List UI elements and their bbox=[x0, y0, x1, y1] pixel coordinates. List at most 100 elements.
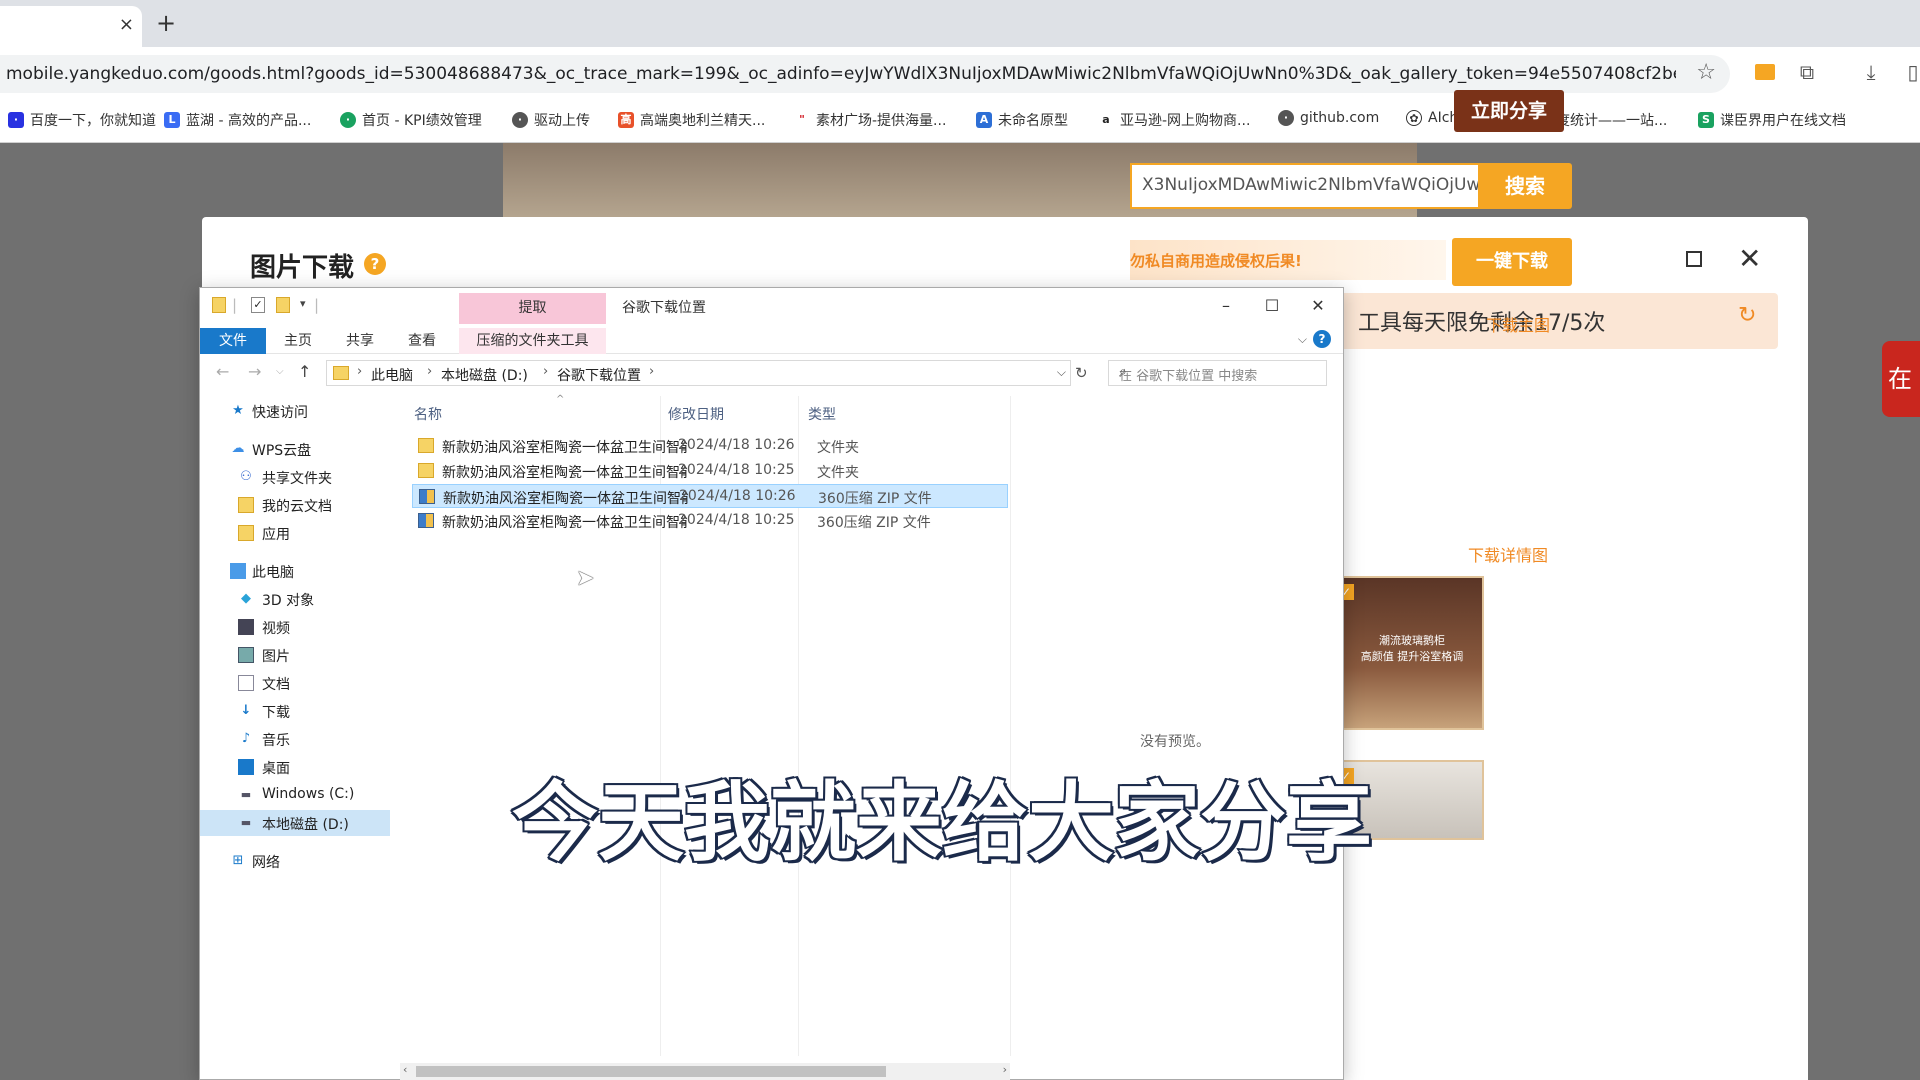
bookmark-item[interactable]: " 素材广场-提供海量... bbox=[794, 110, 946, 130]
address-bar[interactable]: mobile.yangkeduo.com/goods.html?goods_id… bbox=[0, 55, 1730, 93]
refresh-icon[interactable]: ↻ bbox=[1738, 303, 1756, 328]
horizontal-scrollbar[interactable]: ‹ › bbox=[400, 1063, 1010, 1080]
bookmark-star-icon[interactable]: ☆ bbox=[1696, 60, 1716, 85]
zip-archive-icon bbox=[418, 513, 434, 528]
bookmark-item[interactable]: · 首页 - KPI绩效管理 bbox=[340, 110, 482, 130]
sidebar-item-network[interactable]: ⊞ 网络 bbox=[200, 848, 390, 874]
sidebar-item-wps-cloud[interactable]: ☁ WPS云盘 bbox=[200, 436, 390, 462]
folder-icon bbox=[238, 497, 254, 513]
sidebar-item-apps[interactable]: 应用 bbox=[200, 520, 390, 546]
document-icon bbox=[238, 675, 254, 691]
chevron-right-icon[interactable]: › bbox=[649, 364, 654, 379]
sidebar-item-my-cloud-docs[interactable]: 我的云文档 bbox=[200, 492, 390, 518]
browser-tab[interactable]: × bbox=[0, 6, 142, 47]
extract-context-tab[interactable]: 提取 bbox=[459, 293, 606, 324]
scrollbar-thumb[interactable] bbox=[416, 1066, 886, 1077]
bookmark-item[interactable]: · github.com bbox=[1278, 110, 1379, 126]
file-row-selected[interactable]: 新款奶油风浴室柜陶瓷一体盆卫生间智能... 2024/4/18 10:26 36… bbox=[412, 484, 1008, 508]
search-input[interactable]: X3NuIjoxMDAwMiwic2NlbmVfaWQiOjUw bbox=[1130, 163, 1478, 209]
extensions-puzzle-icon[interactable]: ⧉ bbox=[1794, 59, 1820, 85]
dialog-title: 图片下载 bbox=[250, 253, 355, 283]
breadcrumb-drive-d[interactable]: 本地磁盘 (D:) bbox=[441, 365, 528, 385]
sidebar-item-3d-objects[interactable]: ◆ 3D 对象 bbox=[200, 586, 390, 612]
sidebar-item-drive-d[interactable]: ▬ 本地磁盘 (D:) bbox=[200, 810, 390, 836]
properties-icon[interactable]: ✓ bbox=[251, 297, 265, 313]
tab-compressed-folder-tools[interactable]: 压缩的文件夹工具 bbox=[459, 328, 606, 354]
tab-close-icon[interactable]: × bbox=[119, 14, 134, 35]
back-arrow-icon[interactable]: ← bbox=[216, 362, 229, 381]
sidebar-item-pictures[interactable]: 图片 bbox=[200, 642, 390, 668]
address-breadcrumb[interactable]: › 此电脑 › 本地磁盘 (D:) › 谷歌下载位置 › ⌵ bbox=[326, 360, 1071, 386]
sidebar-item-this-pc[interactable]: 此电脑 bbox=[200, 558, 390, 584]
mouse-cursor-icon: ➤ bbox=[576, 566, 595, 591]
download-icon[interactable]: ⤓ bbox=[1858, 59, 1884, 85]
expand-ribbon-icon[interactable]: ⌵ bbox=[1298, 332, 1307, 347]
breadcrumb-this-pc[interactable]: 此电脑 bbox=[371, 365, 413, 385]
tab-file[interactable]: 文件 bbox=[200, 328, 266, 354]
file-row[interactable]: 新款奶油风浴室柜陶瓷一体盆卫生间智能... 2024/4/18 10:25 文件… bbox=[412, 459, 1008, 483]
close-icon[interactable]: ✕ bbox=[1738, 242, 1761, 275]
sidebar-item-downloads[interactable]: ↓ 下载 bbox=[200, 698, 390, 724]
file-list: ^ 名称 修改日期 类型 新款奶油风浴室柜陶瓷一体盆卫生间智能... 2024/… bbox=[400, 394, 1210, 1056]
bookmark-item[interactable]: L 蓝湖 - 高效的产品... bbox=[164, 110, 311, 130]
sidebar-item-drive-c[interactable]: ▬ Windows (C:) bbox=[200, 782, 390, 808]
quick-access-dropdown-icon[interactable]: ▾ bbox=[300, 297, 306, 310]
tab-home[interactable]: 主页 bbox=[266, 328, 330, 354]
sidebar-item-music[interactable]: ♪ 音乐 bbox=[200, 726, 390, 752]
maximize-icon[interactable]: ☐ bbox=[1249, 291, 1295, 321]
browser-toolbar: mobile.yangkeduo.com/goods.html?goods_id… bbox=[0, 47, 1920, 101]
sidebar-item-quick-access[interactable]: ★ 快速访问 bbox=[200, 398, 390, 424]
tab-view[interactable]: 查看 bbox=[390, 328, 454, 354]
bookmark-item[interactable]: A 未命名原型 bbox=[976, 110, 1068, 130]
file-row[interactable]: 新款奶油风浴室柜陶瓷一体盆卫生间智能... 2024/4/18 10:25 36… bbox=[412, 509, 1008, 533]
search-icon[interactable]: ⌕ bbox=[1119, 364, 1318, 380]
detail-thumbnail[interactable]: ✓ 潮流玻璃鹅柜 高颜值 提升浴室格调 bbox=[1330, 576, 1484, 730]
download-main-images-link[interactable]: 下载主图 bbox=[1486, 312, 1550, 336]
side-float-tab[interactable]: 在 bbox=[1882, 341, 1920, 417]
bookmark-item[interactable]: S 谍臣界用户在线文档 bbox=[1698, 110, 1846, 130]
bookmark-item[interactable]: a 亚马逊-网上购物商... bbox=[1098, 110, 1250, 130]
recent-dropdown-icon[interactable]: ⌵ bbox=[276, 366, 284, 377]
scroll-right-icon[interactable]: › bbox=[1003, 1063, 1007, 1076]
sidebar-item-shared-folder[interactable]: ⚇ 共享文件夹 bbox=[200, 464, 390, 490]
copyright-warning: 勿私自商用造成侵权后果! bbox=[1130, 240, 1446, 280]
address-dropdown-icon[interactable]: ⌵ bbox=[1057, 365, 1066, 380]
bookmark-item[interactable]: · 驱动上传 bbox=[512, 110, 590, 130]
sidebar-item-videos[interactable]: 视频 bbox=[200, 614, 390, 640]
extension-orange-icon[interactable] bbox=[1752, 59, 1778, 85]
column-header-type[interactable]: 类型 bbox=[808, 404, 836, 424]
explorer-search-input[interactable]: 在 谷歌下载位置 中搜索 ⌕ bbox=[1108, 360, 1327, 386]
new-tab-icon[interactable]: + bbox=[156, 9, 176, 37]
column-header-name[interactable]: 名称 bbox=[414, 404, 442, 424]
column-divider[interactable] bbox=[1010, 396, 1011, 1056]
new-folder-icon[interactable] bbox=[276, 297, 290, 313]
close-icon[interactable]: ✕ bbox=[1295, 291, 1341, 321]
chevron-right-icon[interactable]: › bbox=[543, 364, 548, 379]
file-row[interactable]: 新款奶油风浴室柜陶瓷一体盆卫生间智能... 2024/4/18 10:26 文件… bbox=[412, 434, 1008, 458]
share-button[interactable]: 立即分享 bbox=[1454, 90, 1564, 132]
sidebar-item-documents[interactable]: 文档 bbox=[200, 670, 390, 696]
url-text[interactable]: mobile.yangkeduo.com/goods.html?goods_id… bbox=[6, 64, 1676, 84]
side-panel-icon[interactable]: ▯ bbox=[1900, 59, 1920, 85]
forward-arrow-icon[interactable]: → bbox=[248, 362, 261, 381]
help-icon[interactable]: ? bbox=[1313, 330, 1331, 348]
maximize-icon[interactable] bbox=[1686, 251, 1702, 267]
column-header-date[interactable]: 修改日期 bbox=[668, 404, 724, 424]
help-icon[interactable]: ? bbox=[364, 253, 386, 275]
tab-share[interactable]: 共享 bbox=[328, 328, 392, 354]
minimize-icon[interactable]: – bbox=[1203, 291, 1249, 321]
refresh-icon[interactable]: ↻ bbox=[1075, 364, 1088, 382]
shop-icon: 高 bbox=[618, 112, 634, 128]
breadcrumb-download-folder[interactable]: 谷歌下载位置 bbox=[557, 365, 641, 385]
one-click-download-button[interactable]: 一键下载 bbox=[1452, 238, 1572, 286]
sidebar-item-desktop[interactable]: 桌面 bbox=[200, 754, 390, 780]
scroll-left-icon[interactable]: ‹ bbox=[403, 1063, 407, 1076]
bookmarks-bar: · 百度一下，你就知道 L 蓝湖 - 高效的产品... · 首页 - KPI绩效管理 … bbox=[0, 101, 1920, 143]
search-button[interactable]: 搜索 bbox=[1478, 163, 1572, 209]
download-detail-images-link[interactable]: 下载详情图 bbox=[1468, 542, 1548, 566]
bookmark-item[interactable]: 高高端奥地利兰精天... bbox=[618, 110, 765, 130]
bookmark-item[interactable]: · 百度一下，你就知道 bbox=[8, 110, 156, 130]
chevron-right-icon[interactable]: › bbox=[427, 364, 432, 379]
up-arrow-icon[interactable]: ↑ bbox=[298, 362, 311, 381]
network-icon: ⊞ bbox=[232, 853, 244, 868]
